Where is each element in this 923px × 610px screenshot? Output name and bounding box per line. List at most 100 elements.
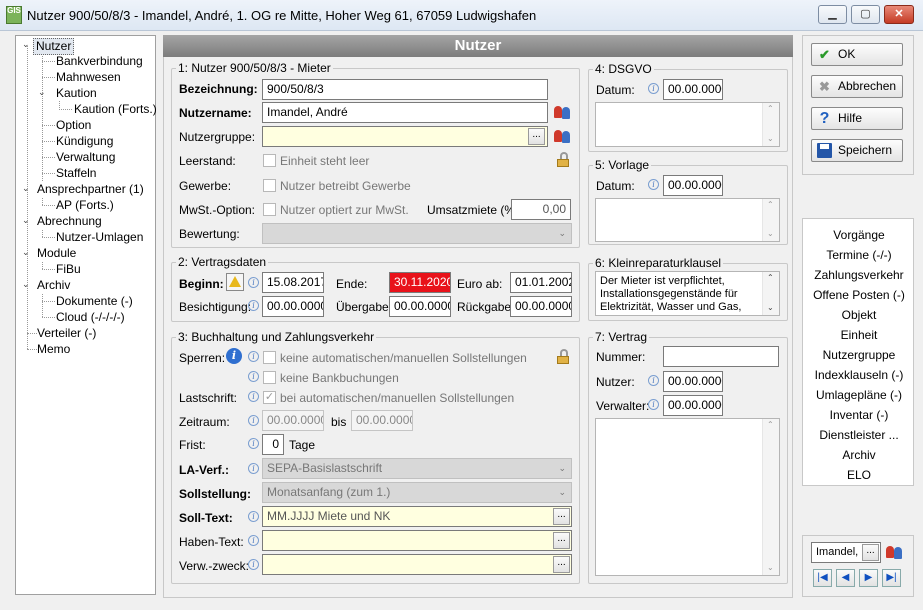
info-icon[interactable]: i bbox=[248, 438, 259, 449]
tree-item-option[interactable]: Option bbox=[56, 118, 91, 133]
zeitraum-von-input[interactable]: 00.00.0000 bbox=[262, 410, 324, 431]
haben-text-browse-button[interactable]: ... bbox=[553, 532, 570, 549]
scrollbar[interactable]: ⌃ ⌄ bbox=[762, 272, 779, 315]
close-button[interactable]: ✕ bbox=[884, 5, 914, 24]
tree-item-ansprechpartner[interactable]: Ansprechpartner (1) bbox=[37, 182, 144, 197]
nutzername-input[interactable]: Imandel, André bbox=[262, 102, 548, 123]
tree-item-nutzer-umlagen[interactable]: Nutzer-Umlagen bbox=[56, 230, 143, 245]
tree-item-cloud[interactable]: Cloud (-/-/-/-) bbox=[56, 310, 125, 325]
info-icon[interactable]: i bbox=[248, 535, 259, 546]
collapse-icon[interactable]: ⌄ bbox=[22, 183, 30, 194]
beginn-input[interactable]: 15.08.2017 bbox=[262, 272, 324, 293]
dsgvo-memo[interactable]: ⌃ ⌄ bbox=[595, 102, 780, 147]
nutzergruppe-input[interactable] bbox=[262, 126, 548, 147]
kleinreparatur-memo[interactable]: Der Mieter ist verpflichtet, Installatio… bbox=[595, 271, 780, 316]
ok-button[interactable]: ✔ OK bbox=[811, 43, 903, 66]
info-icon[interactable]: i bbox=[248, 391, 259, 402]
previous-record-button[interactable]: ◀ bbox=[836, 569, 855, 587]
soll-text-browse-button[interactable]: ... bbox=[553, 508, 570, 525]
people-icon[interactable] bbox=[553, 128, 571, 144]
info-icon[interactable]: i bbox=[248, 415, 259, 426]
link-objekt[interactable]: Objekt bbox=[803, 308, 915, 322]
soll-text-input[interactable]: MM.JJJJ Miete und NK bbox=[262, 506, 572, 527]
uebergabe-input[interactable]: 00.00.0000 bbox=[389, 296, 451, 317]
tree-item-kuendigung[interactable]: Kündigung bbox=[56, 134, 113, 149]
link-archiv[interactable]: Archiv bbox=[803, 448, 915, 462]
tree-item-kaution-forts[interactable]: Kaution (Forts.) bbox=[74, 102, 157, 117]
link-elo[interactable]: ELO bbox=[803, 468, 915, 482]
collapse-icon[interactable]: ⌄ bbox=[22, 247, 30, 258]
gewerbe-checkbox[interactable] bbox=[263, 179, 276, 192]
vertrag-memo[interactable]: ⌃ ⌄ bbox=[595, 418, 780, 576]
link-nutzergruppe[interactable]: Nutzergruppe bbox=[803, 348, 915, 362]
collapse-icon[interactable]: ⌄ bbox=[22, 39, 30, 50]
info-icon[interactable]: i bbox=[648, 179, 659, 190]
lastschrift-checkbox[interactable]: ✓ bbox=[263, 391, 276, 404]
first-record-button[interactable]: |◀ bbox=[813, 569, 832, 587]
tree-item-archiv[interactable]: Archiv bbox=[37, 278, 70, 293]
haben-text-input[interactable] bbox=[262, 530, 572, 551]
besichtigung-input[interactable]: 00.00.0000 bbox=[262, 296, 324, 317]
info-icon[interactable]: i bbox=[248, 463, 259, 474]
verwalter-input[interactable]: 00.00.0000 bbox=[663, 395, 723, 416]
tree-item-nutzer[interactable]: Nutzer bbox=[33, 38, 75, 55]
minimize-button[interactable]: ▁ bbox=[818, 5, 847, 24]
sperren-sollstellungen-checkbox[interactable] bbox=[263, 351, 276, 364]
collapse-icon[interactable]: ⌄ bbox=[22, 215, 30, 226]
info-icon[interactable]: i bbox=[648, 399, 659, 410]
last-record-button[interactable]: ▶| bbox=[882, 569, 901, 587]
link-zahlungsverkehr[interactable]: Zahlungsverkehr bbox=[803, 268, 915, 282]
collapse-icon[interactable]: ⌄ bbox=[38, 87, 46, 98]
people-icon[interactable] bbox=[553, 104, 571, 120]
scrollbar[interactable]: ⌃ ⌄ bbox=[762, 419, 779, 575]
vertrag-nutzer-input[interactable]: 00.00.0000 bbox=[663, 371, 723, 392]
tree-item-abrechnung[interactable]: Abrechnung bbox=[37, 214, 102, 229]
tree-item-verteiler[interactable]: Verteiler (-) bbox=[37, 326, 96, 341]
save-button[interactable]: Speichern bbox=[811, 139, 903, 162]
lock-icon[interactable] bbox=[555, 349, 571, 365]
record-search-button[interactable]: ... bbox=[862, 544, 879, 561]
scrollbar[interactable]: ⌃ ⌄ bbox=[762, 199, 779, 241]
euro-ab-input[interactable]: 01.01.2002 bbox=[510, 272, 572, 293]
link-umlageplaene[interactable]: Umlagepläne (-) bbox=[803, 388, 915, 402]
mwst-checkbox[interactable] bbox=[263, 203, 276, 216]
ende-input[interactable]: 30.11.2020 bbox=[389, 272, 451, 293]
info-icon[interactable]: i bbox=[248, 300, 259, 311]
info-filled-icon[interactable]: i bbox=[226, 348, 242, 364]
help-button[interactable]: ? Hilfe bbox=[811, 107, 903, 130]
nummer-input[interactable] bbox=[663, 346, 779, 367]
tree-item-mahnwesen[interactable]: Mahnwesen bbox=[56, 70, 121, 85]
next-record-button[interactable]: ▶ bbox=[859, 569, 878, 587]
umsatzmiete-input[interactable]: 0,00 bbox=[511, 199, 571, 220]
scrollbar[interactable]: ⌃ ⌄ bbox=[762, 103, 779, 146]
vorlage-memo[interactable]: ⌃ ⌄ bbox=[595, 198, 780, 242]
tree-item-dokumente[interactable]: Dokumente (-) bbox=[56, 294, 133, 309]
rueckgabe-input[interactable]: 00.00.0000 bbox=[510, 296, 572, 317]
tree-item-ap-forts[interactable]: AP (Forts.) bbox=[56, 198, 114, 213]
zeitraum-bis-input[interactable]: 00.00.0000 bbox=[351, 410, 413, 431]
lock-icon[interactable] bbox=[555, 152, 571, 168]
sperren-bankbuchungen-checkbox[interactable] bbox=[263, 371, 276, 384]
leerstand-checkbox[interactable] bbox=[263, 154, 276, 167]
link-dienstleister[interactable]: Dienstleister ... bbox=[803, 428, 915, 442]
nutzergruppe-browse-button[interactable]: ... bbox=[528, 128, 545, 145]
tree-item-staffeln[interactable]: Staffeln bbox=[56, 166, 96, 181]
info-icon[interactable]: i bbox=[248, 559, 259, 570]
link-vorgaenge[interactable]: Vorgänge bbox=[803, 228, 915, 242]
link-termine[interactable]: Termine (-/-) bbox=[803, 248, 915, 262]
tree-item-bankverbindung[interactable]: Bankverbindung bbox=[56, 54, 143, 69]
people-icon[interactable] bbox=[885, 544, 903, 560]
tree-item-module[interactable]: Module bbox=[37, 246, 76, 261]
bezeichnung-input[interactable]: 900/50/8/3 bbox=[262, 79, 548, 100]
info-icon[interactable]: i bbox=[248, 277, 259, 288]
tree-item-fibu[interactable]: FiBu bbox=[56, 262, 81, 277]
sollstellung-select[interactable]: Monatsanfang (zum 1.) ⌄ bbox=[262, 482, 572, 503]
link-einheit[interactable]: Einheit bbox=[803, 328, 915, 342]
verw-zweck-input[interactable] bbox=[262, 554, 572, 575]
cancel-button[interactable]: ✖ Abbrechen bbox=[811, 75, 903, 98]
link-inventar[interactable]: Inventar (-) bbox=[803, 408, 915, 422]
tree-item-memo[interactable]: Memo bbox=[37, 342, 70, 357]
info-icon[interactable]: i bbox=[648, 375, 659, 386]
link-indexklauseln[interactable]: Indexklauseln (-) bbox=[803, 368, 915, 382]
vorlage-datum-input[interactable]: 00.00.0000 bbox=[663, 175, 723, 196]
